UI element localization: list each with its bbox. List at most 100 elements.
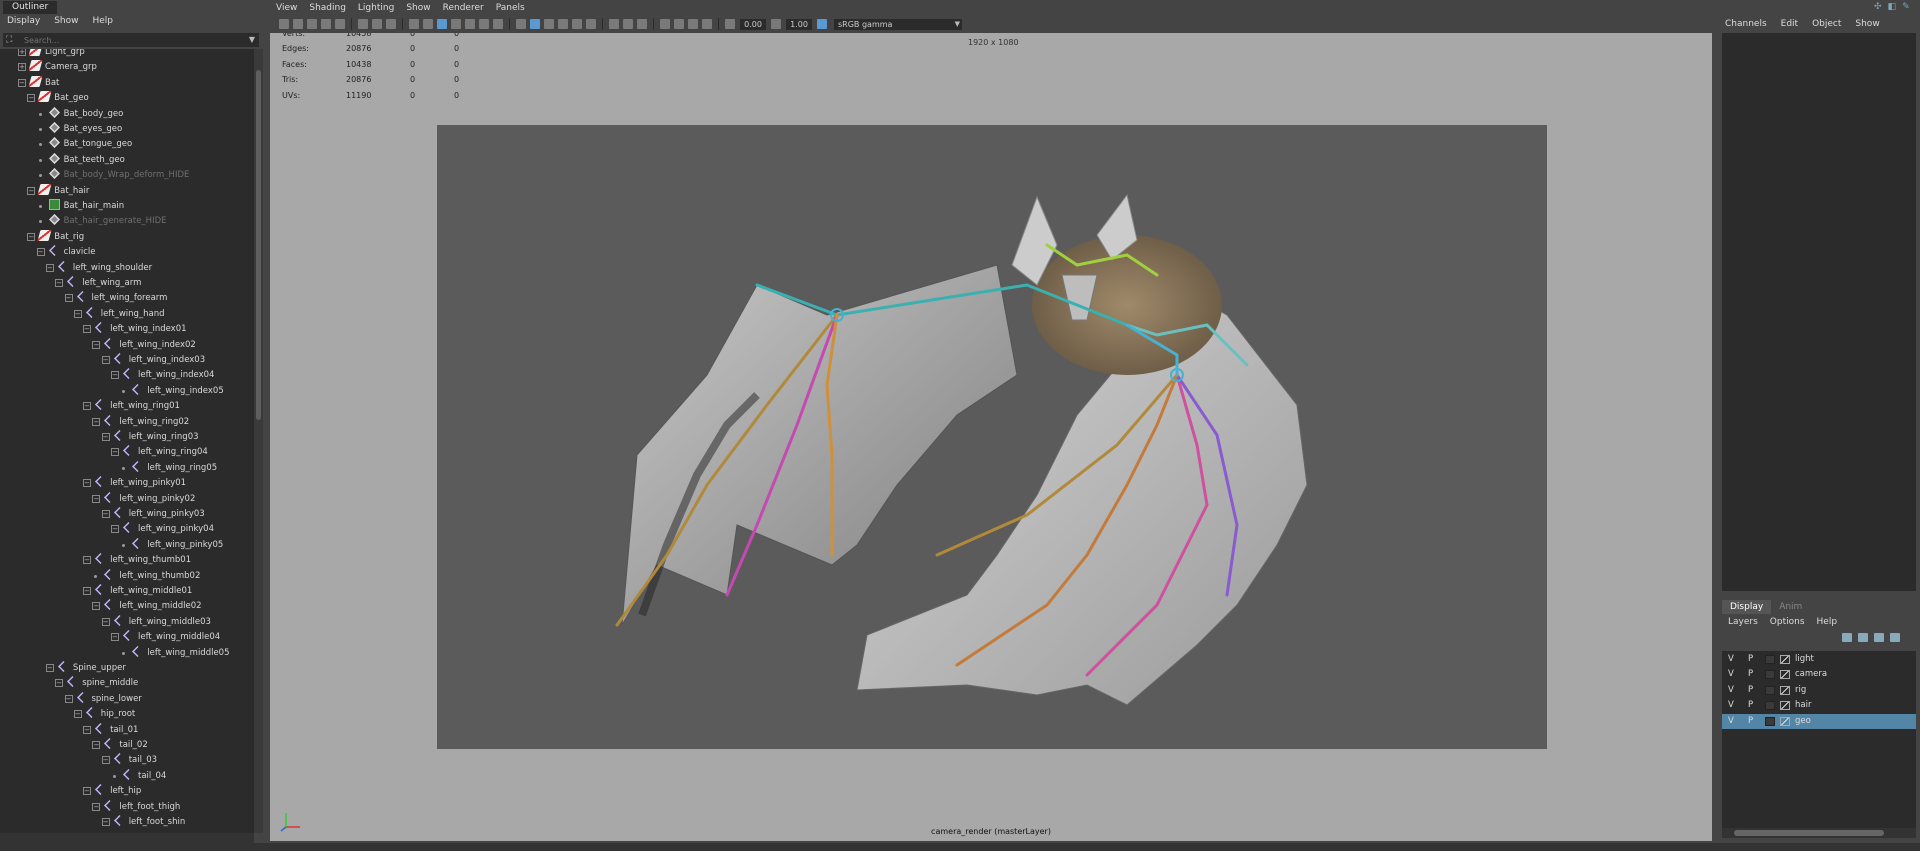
- outliner-item[interactable]: − hip_root: [73, 707, 135, 722]
- viewport-menu-view[interactable]: View: [270, 0, 303, 16]
- color-space-select[interactable]: sRGB gamma ▼: [834, 18, 962, 30]
- resolution-gate-icon[interactable]: [437, 19, 447, 29]
- lock-camera-icon[interactable]: [335, 19, 345, 29]
- outliner-item[interactable]: left_wing_middle05: [122, 645, 230, 661]
- collapse-icon[interactable]: −: [101, 510, 110, 518]
- viewport-menu-show[interactable]: Show: [400, 0, 436, 16]
- viewport-3d[interactable]: 1920 x 1080 Verts: 10458 0 0 Edges: 20876 0 0 Fa…: [270, 33, 1712, 841]
- collapse-icon[interactable]: −: [83, 479, 92, 488]
- outliner-item[interactable]: − left_wing_middle04: [111, 630, 220, 645]
- outliner-item[interactable]: − left_wing_pinky02: [92, 491, 195, 507]
- collapse-icon[interactable]: −: [92, 802, 101, 811]
- move-layer-up-icon[interactable]: [1842, 633, 1852, 642]
- layer-row-rig[interactable]: V Prig: [1722, 683, 1916, 698]
- attribute-editor-icon[interactable]: ◧: [1888, 2, 1897, 12]
- exposure-field[interactable]: 0.00: [740, 18, 766, 30]
- two-d-pan-icon[interactable]: [386, 19, 396, 29]
- outliner-item[interactable]: − spine_middle: [55, 676, 138, 691]
- gamma-icon[interactable]: [771, 19, 781, 29]
- outliner-item[interactable]: − left_wing_index04: [111, 368, 214, 383]
- outliner-item[interactable]: − Bat_hair: [27, 183, 89, 199]
- layer-row-camera[interactable]: V Pcamera: [1722, 667, 1916, 682]
- outliner-item[interactable]: − left_wing_middle01: [83, 584, 192, 599]
- outliner-tab[interactable]: Outliner: [3, 1, 58, 14]
- pan-zoom-icon[interactable]: [372, 19, 382, 29]
- anti-aliasing-icon[interactable]: [637, 19, 647, 29]
- xray-icon[interactable]: [674, 19, 684, 29]
- collapse-icon[interactable]: −: [101, 818, 110, 826]
- motion-blur-icon[interactable]: [623, 19, 633, 29]
- outliner-item[interactable]: − left_hip: [83, 784, 141, 799]
- camera-attributes-icon[interactable]: [293, 19, 303, 29]
- collapse-icon[interactable]: −: [45, 664, 54, 672]
- expand-icon[interactable]: +: [18, 49, 26, 56]
- collapse-icon[interactable]: −: [73, 309, 82, 318]
- help-menu[interactable]: Help: [1811, 615, 1844, 630]
- display-type-icon[interactable]: [1780, 655, 1790, 664]
- layers-menu[interactable]: Layers: [1722, 615, 1764, 630]
- outliner-item[interactable]: − left_wing_ring04: [111, 445, 208, 460]
- collapse-icon[interactable]: −: [92, 417, 101, 426]
- viewport-menu-panels[interactable]: Panels: [490, 0, 531, 16]
- collapse-icon[interactable]: −: [92, 494, 101, 503]
- outliner-item[interactable]: − Spine_upper: [45, 661, 126, 676]
- grid-icon[interactable]: [409, 19, 419, 29]
- layer-row-light[interactable]: V Plight: [1722, 652, 1916, 667]
- visibility-toggle[interactable]: V: [1728, 652, 1734, 667]
- display-type-icon[interactable]: [1780, 716, 1790, 726]
- outliner-item[interactable]: Bat_body_geo: [38, 106, 123, 122]
- select-camera-icon[interactable]: [279, 19, 289, 29]
- outliner-horizontal-scrollbar[interactable]: [0, 833, 254, 843]
- color-management-icon[interactable]: [817, 19, 827, 29]
- collapse-icon[interactable]: −: [92, 602, 101, 611]
- options-menu[interactable]: Options: [1764, 615, 1811, 630]
- xray-joints-icon[interactable]: [688, 19, 698, 29]
- outliner-item[interactable]: − left_wing_thumb01: [83, 553, 191, 568]
- safe-title-icon[interactable]: [493, 19, 503, 29]
- bat-model[interactable]: [437, 125, 1547, 749]
- outliner-item[interactable]: − clavicle: [36, 245, 96, 260]
- outliner-item[interactable]: left_wing_ring05: [122, 460, 217, 476]
- outliner-item[interactable]: left_wing_pinky05: [122, 537, 223, 553]
- outliner-item[interactable]: − spine_lower: [64, 691, 142, 707]
- show-menu[interactable]: Show: [1848, 17, 1886, 32]
- use-all-lights-icon[interactable]: [572, 19, 582, 29]
- outliner-item[interactable]: − left_wing_ring01: [83, 399, 180, 414]
- collapse-icon[interactable]: −: [64, 294, 73, 303]
- tool-settings-icon[interactable]: ✎: [1902, 2, 1910, 12]
- search-options-icon[interactable]: ⛶: [6, 34, 18, 46]
- collapse-icon[interactable]: −: [101, 617, 110, 626]
- collapse-icon[interactable]: −: [64, 694, 73, 703]
- outliner-item[interactable]: left_wing_index05: [122, 383, 224, 399]
- outliner-item[interactable]: − left_wing_hand: [73, 306, 165, 322]
- layer-color-swatch[interactable]: [1765, 716, 1775, 726]
- visibility-toggle[interactable]: V: [1728, 683, 1734, 698]
- outliner-search-input[interactable]: [24, 34, 234, 46]
- layer-horizontal-scrollbar[interactable]: [1722, 828, 1916, 838]
- collapse-icon[interactable]: −: [83, 556, 92, 565]
- outliner-item[interactable]: Bat_hair_main: [38, 199, 124, 214]
- textured-icon[interactable]: [558, 19, 568, 29]
- outliner-item[interactable]: − left_wing_index01: [83, 322, 187, 337]
- collapse-icon[interactable]: −: [73, 710, 82, 719]
- collapse-icon[interactable]: −: [55, 679, 64, 688]
- outliner-item[interactable]: − left_wing_pinky04: [111, 522, 214, 537]
- display-type-icon[interactable]: [1780, 670, 1790, 680]
- layer-color-swatch[interactable]: [1765, 685, 1775, 695]
- channels-menu[interactable]: Channels: [1718, 17, 1774, 32]
- collapse-icon[interactable]: −: [45, 263, 54, 272]
- outliner-item[interactable]: Bat_eyes_geo: [38, 122, 122, 137]
- outliner-item[interactable]: − Bat_rig: [27, 229, 84, 245]
- outliner-scroll-thumb[interactable]: [256, 70, 261, 420]
- gamma-field[interactable]: 1.00: [786, 18, 812, 30]
- collapse-icon[interactable]: −: [83, 725, 92, 734]
- shadows-icon[interactable]: [586, 19, 596, 29]
- collapse-icon[interactable]: −: [27, 186, 36, 195]
- collapse-icon[interactable]: −: [83, 325, 92, 334]
- outliner-menu-show[interactable]: Show: [47, 14, 85, 29]
- display-type-icon[interactable]: [1780, 701, 1790, 711]
- outliner-item[interactable]: Bat_hair_generate_HIDE: [38, 214, 167, 229]
- collapse-icon[interactable]: −: [111, 633, 119, 642]
- search-dropdown-icon[interactable]: ▼: [249, 34, 255, 46]
- collapse-icon[interactable]: −: [92, 741, 101, 749]
